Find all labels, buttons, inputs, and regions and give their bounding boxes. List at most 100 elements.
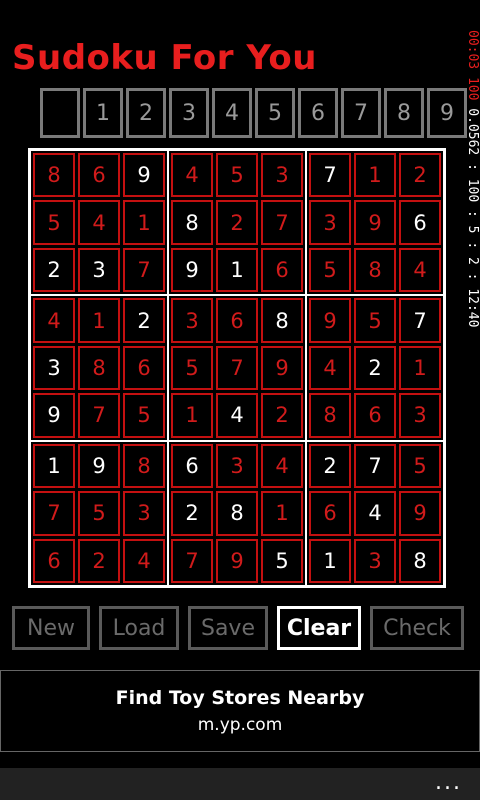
sudoku-cell[interactable]: 1 — [261, 491, 303, 536]
sudoku-cell[interactable]: 3 — [261, 153, 303, 198]
sudoku-cell[interactable]: 4 — [309, 345, 351, 391]
sudoku-cell[interactable]: 6 — [78, 153, 120, 198]
sudoku-cell[interactable]: 7 — [354, 443, 396, 489]
sudoku-cell[interactable]: 3 — [78, 247, 120, 293]
sudoku-cell[interactable]: 9 — [216, 538, 258, 583]
sudoku-cell[interactable]: 6 — [354, 393, 396, 438]
sudoku-cell[interactable]: 1 — [309, 538, 351, 583]
sudoku-cell[interactable]: 1 — [216, 247, 258, 293]
sudoku-cell[interactable]: 1 — [399, 345, 441, 391]
numpad-button-6[interactable]: 6 — [298, 88, 338, 138]
sudoku-cell[interactable]: 8 — [399, 538, 441, 583]
clear-button[interactable]: Clear — [277, 606, 361, 650]
sudoku-cell[interactable]: 1 — [78, 298, 120, 343]
sudoku-cell[interactable]: 2 — [309, 443, 351, 489]
sudoku-cell[interactable]: 5 — [309, 247, 351, 293]
sudoku-cell[interactable]: 4 — [261, 443, 303, 489]
sudoku-cell[interactable]: 7 — [399, 298, 441, 343]
more-options-button[interactable]: ... — [435, 770, 462, 795]
sudoku-cell[interactable]: 6 — [261, 247, 303, 293]
sudoku-cell[interactable]: 4 — [171, 153, 213, 198]
sudoku-cell[interactable]: 3 — [309, 200, 351, 245]
sudoku-cell[interactable]: 2 — [354, 345, 396, 391]
sudoku-cell[interactable]: 6 — [171, 443, 213, 489]
sudoku-cell[interactable]: 3 — [33, 345, 75, 391]
sudoku-cell[interactable]: 3 — [399, 393, 441, 438]
sudoku-cell[interactable]: 4 — [123, 538, 165, 583]
numpad-button-5[interactable]: 5 — [255, 88, 295, 138]
sudoku-cell[interactable]: 9 — [123, 153, 165, 198]
sudoku-cell[interactable]: 7 — [261, 200, 303, 245]
sudoku-cell[interactable]: 3 — [123, 491, 165, 536]
sudoku-cell[interactable]: 3 — [216, 443, 258, 489]
sudoku-cell[interactable]: 7 — [309, 153, 351, 198]
sudoku-cell[interactable]: 1 — [123, 200, 165, 245]
sudoku-cell[interactable]: 5 — [354, 298, 396, 343]
numpad-button-1[interactable]: 1 — [83, 88, 123, 138]
numpad-button-7[interactable]: 7 — [341, 88, 381, 138]
sudoku-cell[interactable]: 4 — [33, 298, 75, 343]
numpad-erase-button[interactable] — [40, 88, 80, 138]
save-button[interactable]: Save — [188, 606, 268, 650]
sudoku-cell[interactable]: 2 — [261, 393, 303, 438]
sudoku-cell[interactable]: 6 — [216, 298, 258, 343]
sudoku-cell[interactable]: 6 — [123, 345, 165, 391]
sudoku-cell[interactable]: 9 — [309, 298, 351, 343]
sudoku-cell[interactable]: 2 — [399, 153, 441, 198]
sudoku-cell[interactable]: 8 — [78, 345, 120, 391]
sudoku-cell[interactable]: 4 — [78, 200, 120, 245]
new-button[interactable]: New — [12, 606, 90, 650]
sudoku-cell[interactable]: 5 — [171, 345, 213, 391]
sudoku-cell[interactable]: 3 — [171, 298, 213, 343]
sudoku-cell[interactable]: 2 — [216, 200, 258, 245]
sudoku-cell[interactable]: 5 — [261, 538, 303, 583]
sudoku-cell[interactable]: 5 — [123, 393, 165, 438]
sudoku-cell[interactable]: 6 — [33, 538, 75, 583]
sudoku-cell[interactable]: 1 — [33, 443, 75, 489]
sudoku-cell[interactable]: 4 — [399, 247, 441, 293]
numpad-button-4[interactable]: 4 — [212, 88, 252, 138]
sudoku-cell[interactable]: 6 — [309, 491, 351, 536]
sudoku-cell[interactable]: 2 — [33, 247, 75, 293]
sudoku-cell[interactable]: 9 — [78, 443, 120, 489]
sudoku-cell[interactable]: 5 — [33, 200, 75, 245]
sudoku-cell[interactable]: 2 — [171, 491, 213, 536]
number-pad: 123456789 — [40, 88, 470, 138]
sudoku-grid: 8695412374538279167123965844123869753685… — [28, 148, 446, 588]
sudoku-cell[interactable]: 7 — [171, 538, 213, 583]
sudoku-cell[interactable]: 8 — [354, 247, 396, 293]
sudoku-cell[interactable]: 8 — [123, 443, 165, 489]
sudoku-cell[interactable]: 7 — [78, 393, 120, 438]
sudoku-cell[interactable]: 8 — [309, 393, 351, 438]
sudoku-cell[interactable]: 9 — [33, 393, 75, 438]
sudoku-cell[interactable]: 1 — [354, 153, 396, 198]
sudoku-cell[interactable]: 5 — [216, 153, 258, 198]
sudoku-cell[interactable]: 5 — [399, 443, 441, 489]
sudoku-cell[interactable]: 8 — [171, 200, 213, 245]
sudoku-cell[interactable]: 2 — [123, 298, 165, 343]
sudoku-cell[interactable]: 9 — [171, 247, 213, 293]
load-button[interactable]: Load — [99, 606, 179, 650]
sudoku-cell[interactable]: 9 — [399, 491, 441, 536]
numpad-button-3[interactable]: 3 — [169, 88, 209, 138]
check-button[interactable]: Check — [370, 606, 464, 650]
sudoku-cell[interactable]: 8 — [33, 153, 75, 198]
sudoku-cell[interactable]: 4 — [216, 393, 258, 438]
numpad-button-2[interactable]: 2 — [126, 88, 166, 138]
sudoku-cell[interactable]: 4 — [354, 491, 396, 536]
ad-banner[interactable]: Find Toy Stores Nearby m.yp.com — [0, 670, 480, 752]
sudoku-cell[interactable]: 9 — [261, 345, 303, 391]
numpad-button-8[interactable]: 8 — [384, 88, 424, 138]
sudoku-cell[interactable]: 5 — [78, 491, 120, 536]
sudoku-cell[interactable]: 3 — [354, 538, 396, 583]
sudoku-cell[interactable]: 9 — [354, 200, 396, 245]
sudoku-cell[interactable]: 2 — [78, 538, 120, 583]
sudoku-cell[interactable]: 1 — [171, 393, 213, 438]
numpad-button-9[interactable]: 9 — [427, 88, 467, 138]
sudoku-cell[interactable]: 7 — [33, 491, 75, 536]
sudoku-cell[interactable]: 7 — [216, 345, 258, 391]
sudoku-cell[interactable]: 8 — [216, 491, 258, 536]
sudoku-cell[interactable]: 8 — [261, 298, 303, 343]
sudoku-cell[interactable]: 7 — [123, 247, 165, 293]
sudoku-cell[interactable]: 6 — [399, 200, 441, 245]
